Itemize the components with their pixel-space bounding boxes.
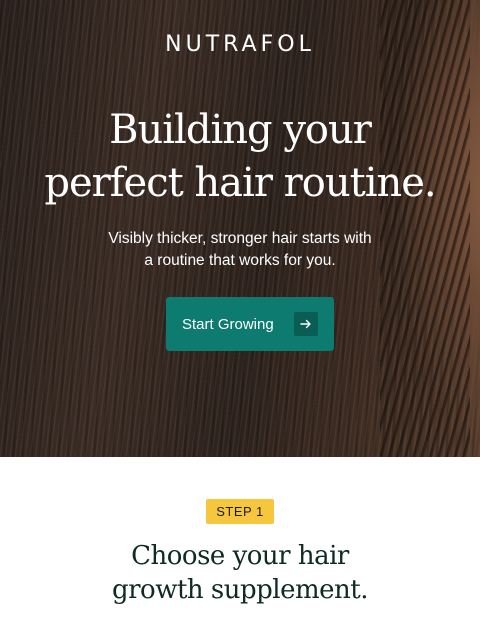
- start-growing-button[interactable]: Start Growing: [166, 297, 334, 351]
- step-title: Choose your hair growth supplement.: [0, 539, 480, 607]
- hero-subtext: Visibly thicker, stronger hair starts wi…: [80, 228, 400, 272]
- hero-subtext-line2: a routine that works for you.: [144, 252, 336, 269]
- hero-banner: NUTRAFOL Building your perfect hair rout…: [0, 0, 480, 457]
- step-title-line2: growth supplement.: [111, 575, 369, 605]
- hero-headline: Building your perfect hair routine.: [0, 104, 480, 210]
- start-growing-label: Start Growing: [182, 315, 274, 333]
- hero-headline-line1: Building your: [109, 107, 372, 153]
- step-badge-wrap: STEP 1: [0, 499, 480, 524]
- arrow-right-icon: [294, 312, 318, 336]
- step-title-line1: Choose your hair: [131, 541, 349, 571]
- hero-subtext-line1: Visibly thicker, stronger hair starts wi…: [108, 230, 372, 247]
- step-badge: STEP 1: [206, 499, 274, 524]
- brand-logo[interactable]: NUTRAFOL: [0, 32, 480, 57]
- hero-headline-line2: perfect hair routine.: [44, 160, 436, 206]
